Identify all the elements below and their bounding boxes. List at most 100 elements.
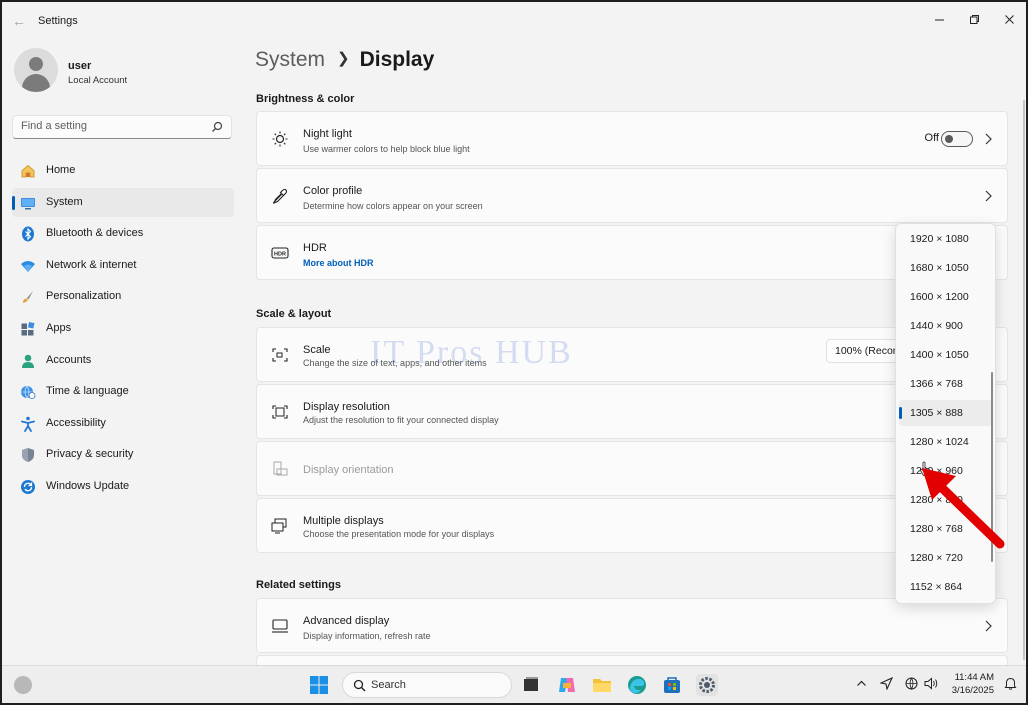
close-icon — [1004, 14, 1014, 24]
hdr-learn-more-link[interactable]: More about HDR — [303, 258, 374, 268]
sun-icon — [272, 131, 288, 147]
task-view-icon[interactable] — [520, 674, 542, 696]
sidebar-item-network[interactable]: Network & internet — [12, 251, 234, 280]
sidebar-item-apps[interactable]: Apps — [12, 314, 234, 343]
color-profile-title: Color profile — [303, 185, 363, 197]
user-name: user — [68, 60, 92, 72]
start-menu-icon[interactable] — [308, 674, 330, 696]
sidebar-item-time-language[interactable]: Time & language — [12, 377, 234, 406]
night-light-card[interactable]: Night light Use warmer colors to help bl… — [256, 111, 1008, 166]
clock-date: 3/16/2025 — [951, 685, 994, 696]
chevron-right-icon — [985, 620, 992, 632]
location-icon[interactable] — [880, 677, 893, 690]
sidebar-item-accounts[interactable]: Accounts — [12, 346, 234, 375]
edge-browser-icon[interactable] — [626, 674, 648, 696]
search-icon — [212, 121, 223, 132]
back-arrow-icon[interactable]: ← — [10, 12, 28, 30]
search-icon — [353, 679, 366, 692]
night-light-title: Night light — [303, 128, 352, 140]
next-card[interactable] — [256, 655, 1008, 665]
sidebar-nav: Home System Bluetooth & devices Network … — [12, 156, 234, 504]
resolution-icon — [272, 405, 288, 419]
window-title: Settings — [38, 15, 78, 27]
restore-button[interactable] — [957, 8, 991, 30]
scale-icon — [272, 348, 288, 362]
resolution-option[interactable]: 1400 × 1050 — [899, 342, 993, 368]
widgets-icon[interactable] — [14, 676, 32, 694]
resolution-option[interactable]: 1366 × 768 — [899, 371, 993, 397]
sidebar-item-label: Home — [46, 164, 76, 176]
breadcrumb-parent[interactable]: System — [255, 48, 325, 71]
minimize-icon — [934, 19, 944, 20]
sidebar-item-label: Apps — [46, 321, 72, 334]
scale-dropdown[interactable]: 100% (Recommended) — [826, 339, 906, 363]
title-bar: ← Settings — [2, 2, 1026, 40]
chevron-up-icon[interactable] — [856, 678, 867, 689]
scale-subtitle: Change the size of text, apps, and other… — [303, 358, 487, 368]
wifi-icon — [21, 260, 35, 272]
svg-text:HDR: HDR — [274, 252, 286, 258]
resolution-option[interactable]: 1600 × 1200 — [899, 284, 993, 310]
main-scrollbar[interactable] — [1023, 100, 1025, 660]
page-title: Display — [359, 48, 435, 71]
hdr-title: HDR — [303, 242, 327, 254]
clock-time: 11:44 AM — [954, 672, 994, 683]
taskbar-search[interactable]: Search — [342, 672, 512, 698]
system-icon — [21, 197, 35, 210]
user-account-type: Local Account — [68, 75, 128, 86]
night-light-state-label: Off — [924, 132, 939, 144]
minimize-button[interactable] — [922, 8, 956, 30]
color-profile-card[interactable]: Color profile Determine how colors appea… — [256, 168, 1008, 223]
avatar — [14, 48, 58, 92]
resolution-option[interactable]: 1920 × 1080 — [899, 226, 993, 252]
sidebar-item-label: Windows Update — [46, 479, 130, 492]
red-arrow-annotation — [922, 468, 1005, 549]
volume-icon[interactable] — [924, 677, 938, 690]
bluetooth-icon — [22, 226, 34, 242]
resolution-option-selected[interactable]: 1305 × 888 — [899, 400, 993, 426]
monitor-icon — [272, 619, 288, 633]
night-light-subtitle: Use warmer colors to help block blue lig… — [303, 144, 470, 154]
multiple-displays-title: Multiple displays — [303, 515, 384, 527]
advanced-display-subtitle: Display information, refresh rate — [303, 631, 431, 641]
resolution-option[interactable]: 1152 × 864 — [899, 574, 993, 600]
sidebar-item-home[interactable]: Home — [12, 156, 234, 185]
network-globe-icon[interactable] — [905, 677, 918, 690]
multiple-displays-subtitle: Choose the presentation mode for your di… — [303, 529, 495, 539]
chevron-right-icon — [985, 133, 992, 145]
sidebar-item-label: Time & language — [46, 385, 129, 398]
advanced-display-card[interactable]: Advanced display Display information, re… — [256, 598, 1008, 653]
sidebar-item-label: Personalization — [46, 290, 122, 303]
sidebar-item-label: Bluetooth & devices — [46, 227, 144, 240]
microsoft-store-icon[interactable] — [661, 674, 683, 696]
resolution-option[interactable]: 1440 × 900 — [899, 313, 993, 339]
sidebar-item-personalization[interactable]: Personalization — [12, 282, 234, 311]
accessibility-icon — [21, 416, 35, 432]
copilot-icon[interactable] — [556, 674, 578, 696]
shield-icon — [22, 448, 34, 463]
display-resolution-subtitle: Adjust the resolution to fit your connec… — [303, 415, 499, 425]
sidebar-item-system[interactable]: System — [12, 187, 234, 217]
taskbar-clock[interactable]: 11:44 AM 3/16/2025 — [946, 671, 994, 697]
resolution-option[interactable]: 1680 × 1050 — [899, 255, 993, 281]
night-light-toggle[interactable] — [941, 131, 973, 147]
multiple-displays-icon — [271, 518, 287, 534]
home-icon — [21, 164, 35, 178]
resolution-option[interactable]: 1280 × 1024 — [899, 429, 993, 455]
sidebar-item-privacy[interactable]: Privacy & security — [12, 440, 234, 469]
close-button[interactable] — [992, 8, 1026, 30]
sidebar-item-windows-update[interactable]: Windows Update — [12, 472, 234, 501]
sidebar-item-label: Privacy & security — [46, 448, 134, 461]
chevron-right-icon — [985, 190, 992, 202]
taskbar-search-label: Search — [371, 679, 406, 691]
section-title-brightness: Brightness & color — [256, 93, 355, 105]
file-explorer-icon[interactable] — [591, 674, 613, 696]
accounts-icon — [22, 354, 34, 368]
sidebar-item-bluetooth[interactable]: Bluetooth & devices — [12, 219, 234, 248]
search-input[interactable] — [21, 120, 201, 132]
settings-gear-icon[interactable] — [696, 674, 718, 696]
taskbar: Search 11:44 AM 3/16/2025 — [2, 665, 1026, 703]
notification-bell-icon[interactable] — [1004, 677, 1017, 690]
find-setting-search[interactable] — [12, 115, 232, 139]
sidebar-item-accessibility[interactable]: Accessibility — [12, 409, 234, 438]
